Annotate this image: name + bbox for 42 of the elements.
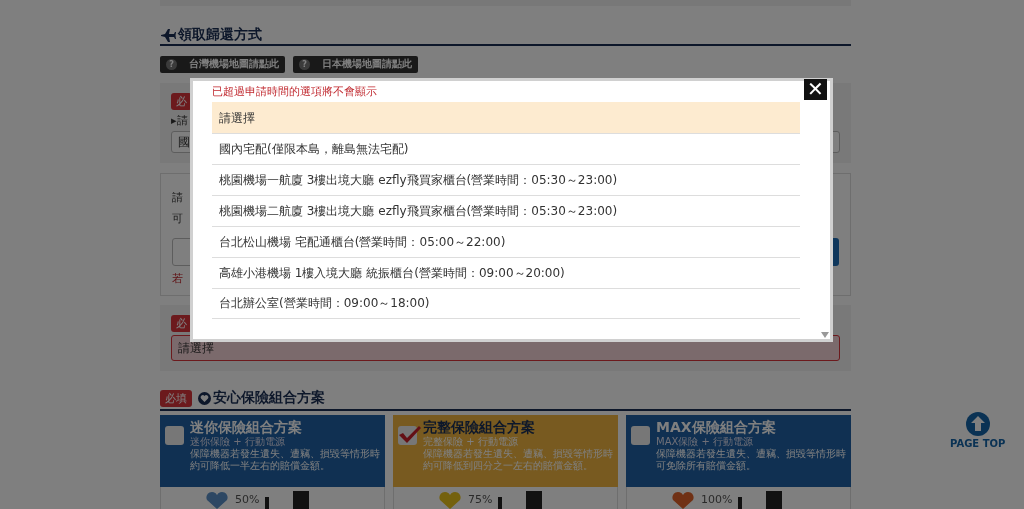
coverage-percent: 100% <box>701 493 733 506</box>
help-icon: ? <box>166 59 177 70</box>
plan-name: MAX保險組合方案 <box>656 419 777 436</box>
plan-card[interactable]: MAX保險組合方案 MAX保險 + 行動電源 保障機器若發生遺失、遭竊、損毀等情形時可免除所有賠償金額。 <box>626 415 851 487</box>
instruction-text: 請 <box>172 190 183 205</box>
instruction-text: 可 <box>172 211 183 226</box>
heart-icon <box>205 490 229 509</box>
map-button[interactable]: ? 台灣機場地圖請點此 <box>160 56 285 73</box>
required-badge: 必填 <box>160 389 192 407</box>
map-button[interactable]: ? 日本機場地圖請點此 <box>293 56 418 73</box>
device-drawing <box>738 490 783 509</box>
device-drawing <box>265 490 310 509</box>
heart-icon <box>198 391 211 405</box>
checkmark-icon <box>398 424 422 444</box>
plan-name: 完整保險組合方案 <box>423 419 536 436</box>
help-icon: ? <box>299 59 310 70</box>
note-text: 若 <box>172 272 183 286</box>
required-badge: 必 <box>171 93 192 110</box>
notice-text: 已超過申請時間的選項將不會顯示 <box>212 85 378 99</box>
plan-description: 保障機器若發生遺失、遭竊、損毀等情形時約可降低一半左右的賠償金額。 <box>190 448 380 472</box>
plan-card[interactable]: 迷你保險組合方案 迷你保險 + 行動電源 保障機器若發生遺失、遭竊、損毀等情形時約可降低一半左右的賠償金額。 <box>160 415 385 487</box>
heart-icon <box>671 490 695 509</box>
dropdown-option[interactable]: 台北辦公室(營業時間：09:00～18:00) <box>212 288 800 319</box>
required-badge: 必 <box>171 315 192 332</box>
plan-subtitle: 完整保險 + 行動電源 <box>423 436 519 448</box>
scroll-down-icon[interactable] <box>821 332 829 338</box>
plan-description: 保障機器若發生遺失、遭竊、損毀等情形時可免除所有賠償金額。 <box>656 448 846 472</box>
section-title: 領取歸還方式 <box>178 26 262 44</box>
airplane-icon <box>160 27 176 43</box>
dropdown-option[interactable]: 請選擇 <box>212 102 800 133</box>
checkbox[interactable] <box>631 426 650 445</box>
plan-subtitle: MAX保險 + 行動電源 <box>656 436 755 448</box>
heart-icon <box>438 490 462 509</box>
device-drawing <box>498 490 543 509</box>
coverage-percent: 50% <box>235 493 260 506</box>
coverage-percent: 75% <box>468 493 493 506</box>
close-button[interactable]: ✕ <box>804 79 827 100</box>
field-label: ▸請 <box>171 113 188 128</box>
plan-subtitle: 迷你保險 + 行動電源 <box>190 436 286 448</box>
section-title: 安心保險組合方案 <box>213 389 325 407</box>
checkbox[interactable] <box>165 426 184 445</box>
plan-name: 迷你保險組合方案 <box>190 419 303 436</box>
